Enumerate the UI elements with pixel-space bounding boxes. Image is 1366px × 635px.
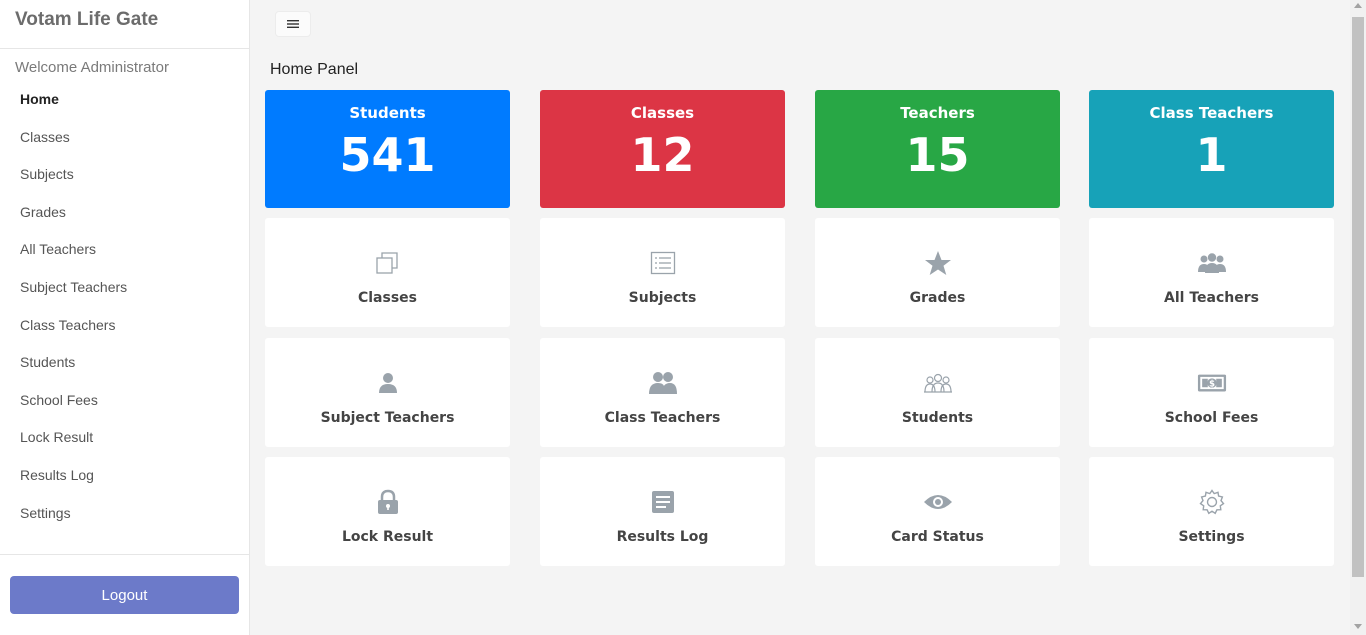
sidebar-item-subject-teachers[interactable]: Subject Teachers xyxy=(0,269,249,307)
stat-value: 15 xyxy=(905,128,970,182)
sidebar-item-school-fees[interactable]: School Fees xyxy=(0,382,249,420)
stat-label: Students xyxy=(349,104,426,122)
tile-label: Class Teachers xyxy=(604,410,721,426)
scroll-thumb[interactable] xyxy=(1352,17,1364,577)
eye-icon xyxy=(923,489,953,515)
welcome-text: Welcome Administrator xyxy=(15,59,169,76)
tile-grades[interactable]: Grades xyxy=(815,218,1060,327)
tile-label: Results Log xyxy=(616,529,709,545)
sidebar-item-students[interactable]: Students xyxy=(0,344,249,382)
page-title: Home Panel xyxy=(270,61,359,78)
sidebar-item-all-teachers[interactable]: All Teachers xyxy=(0,231,249,269)
tile-all-teachers[interactable]: All Teachers xyxy=(1089,218,1334,327)
tile-label: All Teachers xyxy=(1164,290,1259,306)
money-icon: $ xyxy=(1197,370,1227,396)
stat-card-teachers[interactable]: Teachers 15 xyxy=(815,90,1060,208)
copy-icon xyxy=(373,250,403,276)
stat-value: 541 xyxy=(339,128,436,182)
sidebar-item-settings[interactable]: Settings xyxy=(0,495,249,533)
sidebar-item-grades[interactable]: Grades xyxy=(0,194,249,232)
gear-icon xyxy=(1197,489,1227,515)
svg-text:$: $ xyxy=(1209,378,1215,388)
stat-label: Teachers xyxy=(900,104,975,122)
group-icon xyxy=(1197,250,1227,276)
stat-card-class-teachers[interactable]: Class Teachers 1 xyxy=(1089,90,1334,208)
lock-icon xyxy=(373,489,403,515)
sidebar-nav: Home Classes Subjects Grades All Teacher… xyxy=(0,81,249,532)
scroll-down-icon[interactable] xyxy=(1354,624,1362,629)
menu-toggle-button[interactable] xyxy=(275,11,311,37)
sidebar-divider xyxy=(0,554,249,555)
stat-label: Class Teachers xyxy=(1149,104,1274,122)
stat-value: 12 xyxy=(630,128,695,182)
file-text-icon xyxy=(648,489,678,515)
sidebar-item-classes[interactable]: Classes xyxy=(0,119,249,157)
tile-label: Classes xyxy=(357,290,417,306)
scroll-up-icon[interactable] xyxy=(1354,3,1362,8)
hamburger-icon xyxy=(287,20,299,28)
students-icon xyxy=(923,370,953,396)
sidebar-item-class-teachers[interactable]: Class Teachers xyxy=(0,307,249,345)
tile-label: Card Status xyxy=(891,529,984,545)
stat-value: 1 xyxy=(1195,128,1228,182)
list-icon xyxy=(648,250,678,276)
tile-label: Subject Teachers xyxy=(320,410,455,426)
stat-card-classes[interactable]: Classes 12 xyxy=(540,90,785,208)
stat-card-students[interactable]: Students 541 xyxy=(265,90,510,208)
tile-label: Lock Result xyxy=(341,529,434,545)
sidebar-item-results-log[interactable]: Results Log xyxy=(0,457,249,495)
tile-settings[interactable]: Settings xyxy=(1089,457,1334,566)
tile-label: Settings xyxy=(1178,529,1245,545)
tile-label: School Fees xyxy=(1164,410,1259,426)
tile-label: Students xyxy=(901,410,974,426)
brand-title[interactable]: Votam Life Gate xyxy=(0,0,249,49)
sidebar-item-subjects[interactable]: Subjects xyxy=(0,156,249,194)
sidebar-item-home[interactable]: Home xyxy=(0,81,249,119)
tile-label: Subjects xyxy=(628,290,697,306)
tile-subject-teachers[interactable]: Subject Teachers xyxy=(265,338,510,447)
stat-label: Classes xyxy=(630,104,695,122)
logout-button[interactable]: Logout xyxy=(10,576,239,614)
star-icon xyxy=(923,250,953,276)
tile-lock-result[interactable]: Lock Result xyxy=(265,457,510,566)
tile-class-teachers[interactable]: Class Teachers xyxy=(540,338,785,447)
tile-subjects[interactable]: Subjects xyxy=(540,218,785,327)
user-icon xyxy=(373,370,403,396)
tile-results-log[interactable]: Results Log xyxy=(540,457,785,566)
sidebar-item-lock-result[interactable]: Lock Result xyxy=(0,419,249,457)
tile-students[interactable]: Students xyxy=(815,338,1060,447)
vertical-scrollbar[interactable] xyxy=(1350,0,1366,635)
users-icon xyxy=(648,370,678,396)
tile-card-status[interactable]: Card Status xyxy=(815,457,1060,566)
sidebar: Votam Life Gate Welcome Administrator Ho… xyxy=(0,0,250,635)
tile-school-fees[interactable]: $ School Fees xyxy=(1089,338,1334,447)
tile-classes[interactable]: Classes xyxy=(265,218,510,327)
tile-label: Grades xyxy=(909,290,966,306)
